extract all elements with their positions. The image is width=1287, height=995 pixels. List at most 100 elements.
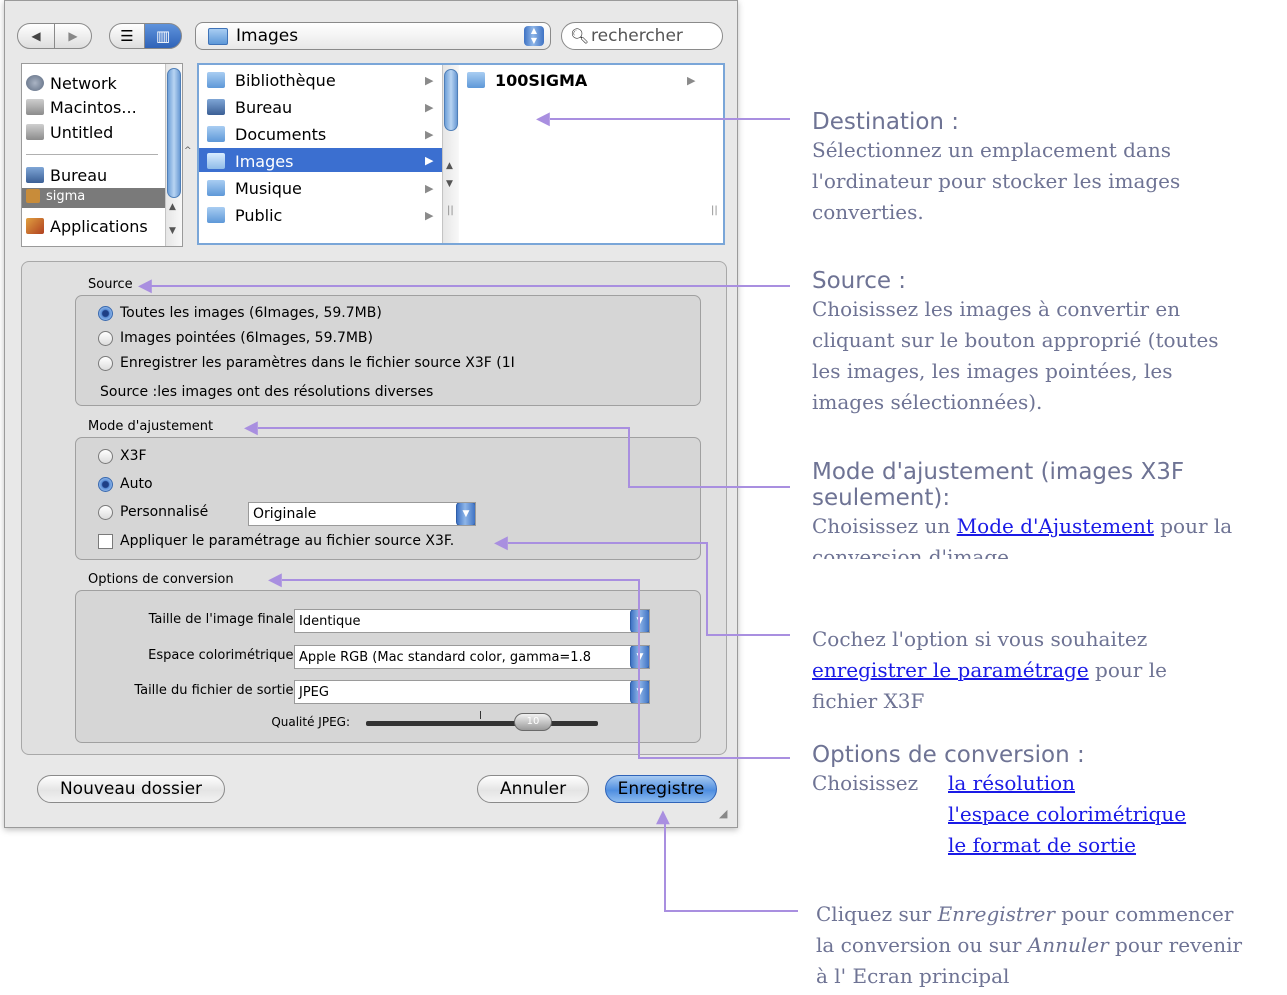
radio-x3f[interactable]: X3F xyxy=(98,448,147,464)
save-annotation: Cliquez sur Enregistrer pour commencer l… xyxy=(816,899,1242,992)
forward-button[interactable]: ▶ xyxy=(54,23,92,49)
scroll-down-arrow-icon: ▼ xyxy=(169,226,176,236)
mode-callout-line xyxy=(628,427,630,488)
column-item-bureau[interactable]: Bureau xyxy=(207,94,292,120)
sidebar-divider xyxy=(26,154,158,155)
output-format-label: Taille du fichier de sortie : xyxy=(134,683,302,698)
color-space-link[interactable]: l'espace colorimétrique xyxy=(948,799,1186,830)
radio-save-settings-x3f[interactable]: Enregistrer les paramètres dans le fichi… xyxy=(98,355,515,371)
sidebar-scrollbar[interactable]: ▲ ▼ xyxy=(165,64,182,246)
column-resize-handle-icon[interactable]: || xyxy=(711,205,718,216)
mode-ajustement-link[interactable]: Mode d'Ajustement xyxy=(957,514,1154,538)
save-callout-line xyxy=(664,910,798,912)
column-item-100sigma[interactable]: 100SIGMA xyxy=(467,67,587,93)
column1-scrollbar[interactable]: ▲ ▼ || xyxy=(442,65,459,243)
color-space-label: Espace colorimétrique : xyxy=(148,648,302,663)
disclosure-arrow-icon: ▶ xyxy=(687,74,696,87)
back-arrow-icon: ◀ xyxy=(31,29,41,43)
new-folder-button[interactable]: Nouveau dossier xyxy=(37,775,225,803)
select-value: Identique xyxy=(299,613,361,629)
callout-arrowhead-icon: ◀ xyxy=(244,417,258,438)
dropdown-arrow-icon: ▼ xyxy=(630,646,649,668)
annotation-title: seulement): xyxy=(812,485,951,511)
button-label: Annuler xyxy=(499,779,567,799)
column-view-button[interactable]: ▥ xyxy=(144,23,182,49)
button-label: Nouveau dossier xyxy=(59,779,203,799)
radio-all-images[interactable]: Toutes les images (6Images, 59.7MB) xyxy=(98,305,382,321)
jpeg-quality-slider[interactable]: 10 xyxy=(366,711,598,731)
column-resize-handle-icon[interactable]: || xyxy=(447,205,454,216)
adjust-group-label: Mode d'ajustement xyxy=(88,419,214,434)
column1-scroll-thumb[interactable] xyxy=(444,69,458,131)
sidebar-item-label: Untitled xyxy=(50,122,114,142)
apply-x3f-checkbox[interactable]: Appliquer le paramétrage au fichier sour… xyxy=(98,533,454,549)
column-item-musique[interactable]: Musique xyxy=(207,175,302,201)
annotation-text: cliquant sur le bouton approprié (toutes xyxy=(812,328,1219,352)
callout-arrowhead-icon: ◀ xyxy=(268,569,282,590)
column-view-icon: ▥ xyxy=(155,27,171,45)
sidebar-item-label: Macintos... xyxy=(50,97,137,117)
radio-selected-icon xyxy=(98,305,113,321)
column-item-images[interactable]: Images xyxy=(207,148,293,174)
dropdown-arrow-icon: ▼ xyxy=(630,681,649,703)
scroll-up-arrow-icon: ▲ xyxy=(169,202,176,212)
output-format-select[interactable]: JPEG ▼ xyxy=(294,680,650,704)
list-view-icon: ☰ xyxy=(120,27,134,45)
column-item-documents[interactable]: Documents xyxy=(207,121,326,147)
disclosure-arrow-icon: ▶ xyxy=(425,128,434,141)
radio-label: Toutes les images (6Images, 59.7MB) xyxy=(120,305,382,321)
disclosure-arrow-icon: ▶ xyxy=(425,101,434,114)
annotation-text: la conversion ou sur xyxy=(816,933,1028,957)
resolution-link[interactable]: la résolution xyxy=(948,768,1075,799)
callout-arrowhead-icon: ◀ xyxy=(138,275,152,296)
annotation-text: Enregistrer xyxy=(937,902,1055,926)
sidebar-item-sigma[interactable]: sigma xyxy=(26,186,85,206)
radio-selected-icon xyxy=(98,476,113,492)
slider-knob[interactable]: 10 xyxy=(514,713,552,731)
source-note: Source :les images ont des résolutions d… xyxy=(100,384,434,400)
sidebar-scroll-thumb[interactable] xyxy=(167,68,181,198)
save-settings-link[interactable]: enregistrer le paramétrage xyxy=(812,658,1089,682)
cancel-button[interactable]: Annuler xyxy=(477,775,589,803)
save-dialog: ◀ ▶ ☰ ▥ Images ▲ ▼ 🔍︎ rechercher Network … xyxy=(4,0,738,828)
radio-pointed-images[interactable]: Images pointées (6Images, 59.7MB) xyxy=(98,330,373,346)
list-view-button[interactable]: ☰ xyxy=(109,23,145,49)
back-button[interactable]: ◀ xyxy=(17,23,55,49)
sidebar-item-network[interactable]: Network xyxy=(26,71,117,95)
column-item-public[interactable]: Public xyxy=(207,202,282,228)
annotation-title: Destination : xyxy=(812,109,960,135)
sidebar-item-applications[interactable]: Applications xyxy=(26,214,148,238)
search-placeholder: rechercher xyxy=(591,26,683,46)
hard-disk-icon xyxy=(26,99,44,115)
save-button[interactable]: Enregistre xyxy=(605,775,717,803)
checkbox-callout-line xyxy=(508,542,708,544)
sidebar-item-untitled[interactable]: Untitled xyxy=(26,120,113,144)
destination-annotation: Destination : Sélectionnez un emplacemen… xyxy=(812,109,1180,228)
location-popup[interactable]: Images ▲ ▼ xyxy=(195,22,551,50)
select-value: Originale xyxy=(253,506,317,522)
sidebar-item-bureau[interactable]: Bureau xyxy=(26,163,107,187)
button-label: Enregistre xyxy=(617,779,705,799)
checkbox-icon xyxy=(98,533,113,549)
slider-value: 10 xyxy=(526,716,540,727)
sidebar-item-macintosh[interactable]: Macintos... xyxy=(26,95,137,119)
annotation-text: Choisissez les images à convertir en xyxy=(812,297,1181,321)
column-item-label: Bibliothèque xyxy=(235,70,336,90)
applications-icon xyxy=(26,218,44,234)
column-item-bibliotheque[interactable]: Bibliothèque xyxy=(207,67,336,93)
search-field[interactable]: 🔍︎ rechercher xyxy=(561,22,723,50)
callout-arrowhead-icon: ▲ xyxy=(656,806,670,827)
popup-stepper-icon: ▲ ▼ xyxy=(524,26,544,46)
color-space-select[interactable]: Apple RGB (Mac standard color, gamma=1.8… xyxy=(294,645,650,669)
music-folder-icon xyxy=(207,180,225,196)
source-callout-line xyxy=(150,285,790,287)
conversion-group-label: Options de conversion xyxy=(88,572,234,587)
radio-custom[interactable]: Personnalisé xyxy=(98,504,208,520)
resize-grip-icon[interactable]: ◢ xyxy=(719,807,727,820)
radio-auto[interactable]: Auto xyxy=(98,476,153,492)
annotation-text: Cliquez sur xyxy=(816,902,938,926)
custom-mode-select[interactable]: Originale ▼ xyxy=(248,502,476,526)
output-format-link[interactable]: le format de sortie xyxy=(948,830,1136,861)
image-size-select[interactable]: Identique ▼ xyxy=(294,609,650,633)
sidebar-item-label: Network xyxy=(50,73,117,93)
